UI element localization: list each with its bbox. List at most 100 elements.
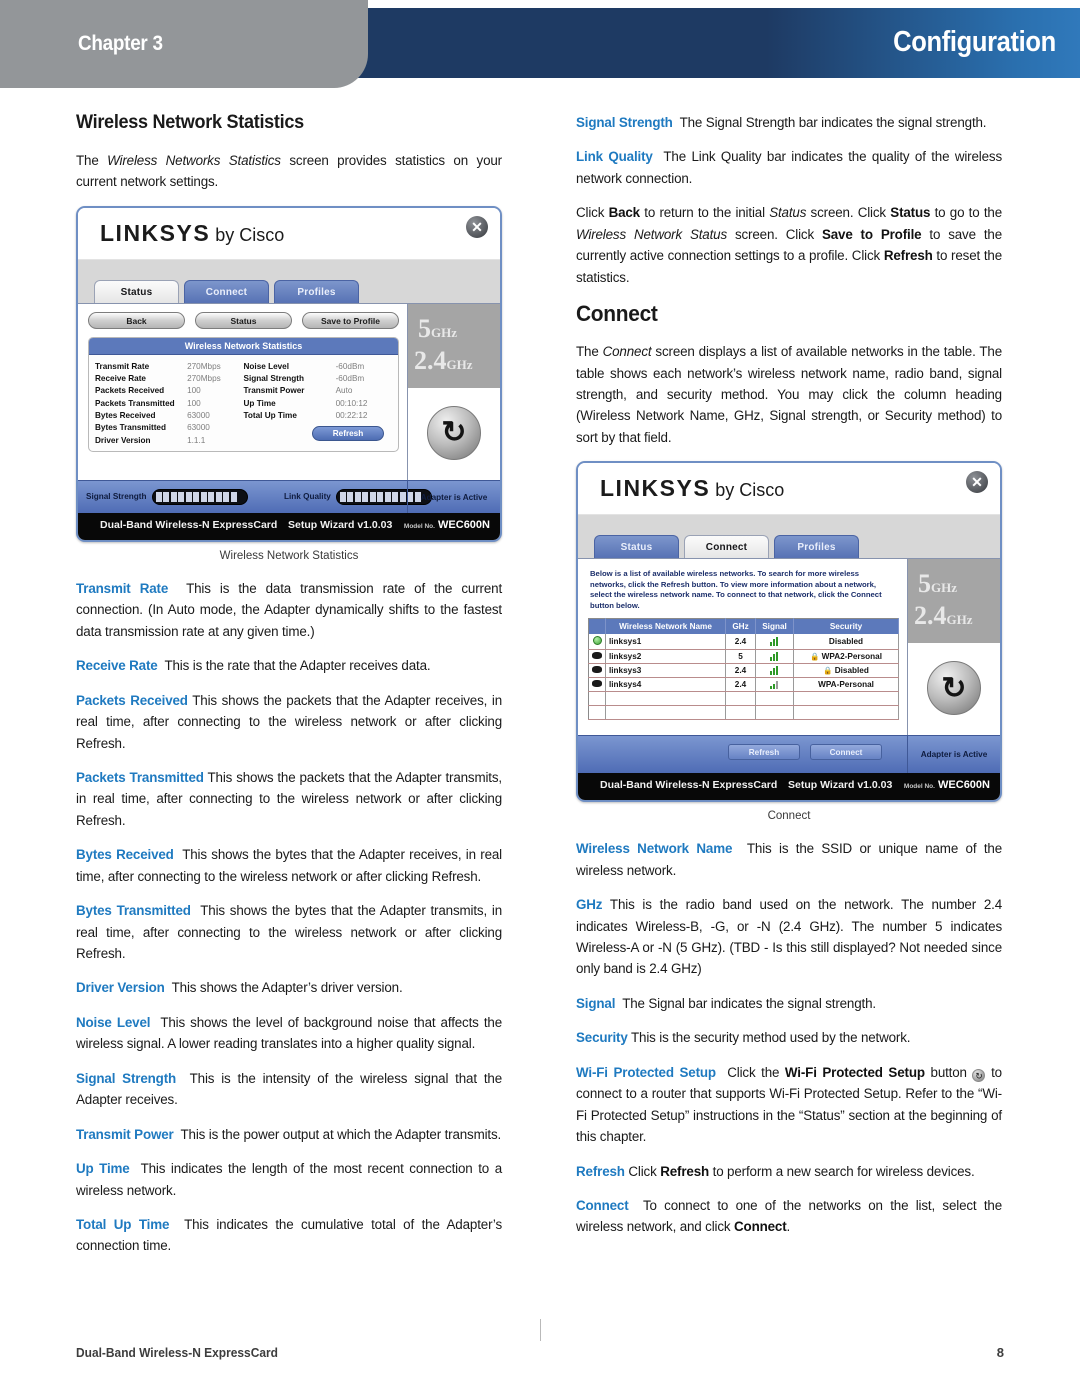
close-icon[interactable]: ✕ <box>466 215 488 238</box>
term-label: Signal <box>576 995 616 1011</box>
model-value: WEC600N <box>938 779 990 792</box>
band-5ghz: 5GHz <box>918 569 957 599</box>
stat-label: Bytes Transmitted <box>95 423 166 433</box>
band-5-unit: GHz <box>431 324 457 340</box>
cb4: Refresh <box>883 248 933 264</box>
term-label: Driver Version <box>76 980 165 996</box>
empty-cell <box>755 691 794 706</box>
wps-box: ↻ <box>408 387 500 478</box>
status-button[interactable]: Status <box>195 311 292 329</box>
connect-button[interactable]: Connect <box>810 744 882 761</box>
refresh-button[interactable]: Refresh <box>312 426 384 442</box>
stat-value: -60dBm <box>335 361 365 371</box>
refresh-button-wrap: Refresh <box>244 422 393 447</box>
refresh-button[interactable]: Refresh <box>728 744 800 761</box>
tab-status[interactable]: Status <box>594 535 679 559</box>
col-security[interactable]: Security <box>793 618 899 634</box>
statistics-column-right: Noise Level -60dBm Signal Strength -60dBm … <box>244 361 393 447</box>
term-label: Transmit Power <box>76 1126 174 1142</box>
grey-strip <box>78 259 500 277</box>
cb2: Status <box>890 205 931 221</box>
click-instructions-paragraph: Click Back to return to the initial Stat… <box>576 202 1002 288</box>
term-paragraph-security: Security This is the security method use… <box>576 1027 1002 1048</box>
term-label: Signal Strength <box>576 115 673 130</box>
band-24-unit: GHz <box>946 612 973 628</box>
tab-profiles[interactable]: Profiles <box>774 535 859 559</box>
ci1: Status <box>769 205 807 221</box>
product-name: Dual-Band Wireless-N ExpressCard <box>600 779 778 792</box>
stat-row: Packets Transmitted 100 <box>95 398 244 410</box>
term-label: Noise Level <box>76 1014 151 1030</box>
network-list-table[interactable]: Wireless Network Name GHz Signal Securit… <box>588 617 899 720</box>
linksys-brand-bar: LINKSYS by Cisco ✕ <box>78 207 500 260</box>
page-header: Configuration Chapter 3 <box>0 0 1080 88</box>
band-5-unit: GHz <box>931 580 957 596</box>
band-24ghz: 2.4GHz <box>914 601 973 631</box>
term-desc: The Signal bar indicates the signal stre… <box>622 995 876 1011</box>
signal-strength-meter: Signal Strength <box>86 488 248 505</box>
term-label: Connect <box>576 1197 629 1213</box>
band-5-number: 5 <box>418 313 431 343</box>
stat-label: Transmit Power <box>243 386 305 396</box>
cp2: to return to the initial <box>639 205 770 221</box>
stat-row: Noise Level -60dBm <box>244 361 393 373</box>
col-status[interactable] <box>588 618 606 634</box>
term-desc: This is the radio band used on the netwo… <box>576 897 1002 977</box>
back-button[interactable]: Back <box>88 311 185 329</box>
close-icon[interactable]: ✕ <box>966 471 988 494</box>
empty-cell <box>755 705 794 720</box>
side-pane: 5GHz 2.4GHz ↻ <box>407 303 500 480</box>
tab-connect[interactable]: Connect <box>684 535 769 559</box>
table-row[interactable]: linksys3 2.4 🔒 Disabled <box>588 663 899 678</box>
term-desc: This indicates the length of the most re… <box>76 1161 502 1198</box>
selected-network-icon <box>592 635 602 645</box>
col-network-name[interactable]: Wireless Network Name <box>605 618 726 634</box>
figure-caption-connect: Connect <box>767 810 811 823</box>
table-row-empty[interactable] <box>588 691 899 706</box>
term-paragraph-packets-transmitted: Packets Transmitted This shows the packe… <box>76 767 502 831</box>
tab-connect[interactable]: Connect <box>184 279 269 303</box>
term-paragraph-ghz: GHz This is the radio band used on the n… <box>576 894 1002 980</box>
stat-label: Transmit Rate <box>95 361 150 371</box>
stat-value: 00:10:12 <box>335 398 368 408</box>
main-pane: Below is a list of available wireless ne… <box>578 559 909 736</box>
network-icon <box>592 651 602 659</box>
term-paragraph-bytes-transmitted: Bytes Transmitted This shows the bytes t… <box>76 900 502 964</box>
term-paragraph-signal-strength-bar: Signal Strength The Signal Strength bar … <box>576 112 1002 133</box>
table-header-row: Wireless Network Name GHz Signal Securit… <box>588 618 899 634</box>
stat-label: Packets Received <box>95 386 165 396</box>
intro-italic: Wireless Networks Statistics <box>107 153 281 168</box>
table-row-empty[interactable] <box>588 705 899 720</box>
status-footer-bar: Signal Strength Link Quality Adapter is … <box>78 479 500 514</box>
wifi-protected-setup-icon[interactable]: ↻ <box>427 405 481 460</box>
wifi-protected-setup-icon: ↻ <box>972 1068 986 1082</box>
term-paragraph-signal: Signal The Signal bar indicates the sign… <box>576 993 1002 1014</box>
signal-bars-icon <box>770 665 779 675</box>
col-signal[interactable]: Signal <box>755 618 794 634</box>
network-security: Disabled <box>793 633 899 650</box>
save-to-profile-button[interactable]: Save to Profile <box>302 311 399 329</box>
stat-row: Bytes Received 63000 <box>95 410 244 422</box>
stat-row: Total Up Time 00:22:12 <box>244 410 393 422</box>
tab-profiles[interactable]: Profiles <box>274 279 359 303</box>
empty-cell <box>588 705 606 720</box>
table-row[interactable]: linksys1 2.4 Disabled <box>588 633 899 650</box>
chapter-label: Chapter 3 <box>78 32 163 55</box>
network-ghz: 5 <box>725 649 756 664</box>
stat-label: Driver Version <box>95 435 151 445</box>
document-page: Configuration Chapter 3 Wireless Network… <box>0 0 1080 1397</box>
empty-cell <box>793 705 899 720</box>
col-ghz[interactable]: GHz <box>725 618 756 634</box>
grey-strip <box>578 515 1000 533</box>
product-name: Dual-Band Wireless-N ExpressCard <box>100 518 278 531</box>
term-paragraph-up-time: Up Time This indicates the length of the… <box>76 1158 502 1201</box>
screenshot-connect: LINKSYS by Cisco ✕ Status Connect Profil… <box>576 461 1002 803</box>
term-label: Transmit Rate <box>76 580 169 596</box>
wifi-protected-setup-icon[interactable]: ↻ <box>927 661 981 716</box>
tab-status[interactable]: Status <box>94 279 179 303</box>
status-icon <box>588 677 606 692</box>
table-row[interactable]: linksys4 2.4 WPA-Personal <box>588 677 899 692</box>
linksys-logo: LINKSYS by Cisco <box>600 475 784 502</box>
control-buttons: Refresh Connect <box>728 744 882 761</box>
table-row[interactable]: linksys2 5 🔒 WPA2-Personal <box>588 649 899 664</box>
